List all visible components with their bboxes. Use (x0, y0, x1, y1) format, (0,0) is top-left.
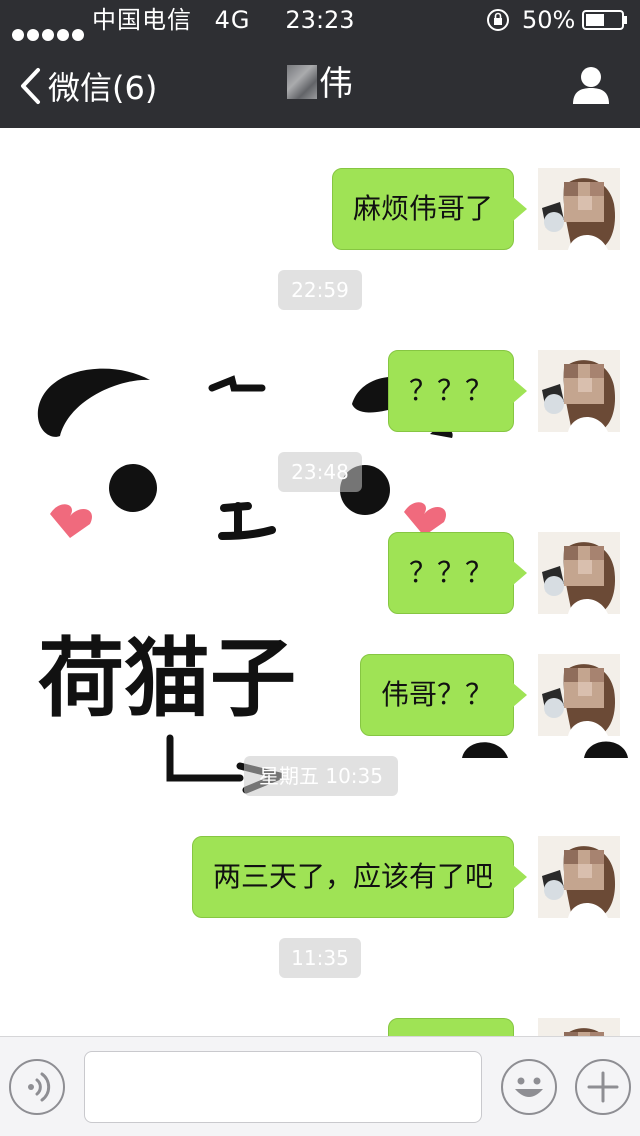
pixelated-name-mask (287, 65, 317, 99)
avatar[interactable] (538, 168, 620, 250)
battery-percent: 50% (522, 6, 576, 34)
message-text: ？？？ (408, 556, 493, 589)
avatar[interactable] (538, 836, 620, 918)
voice-icon (28, 1072, 51, 1102)
message-text: 伟哥？？ (380, 678, 493, 711)
avatar-photo-icon (538, 836, 620, 918)
timestamp: 11:35 (279, 938, 361, 978)
message-text: ？？？ (408, 374, 493, 407)
avatar-photo-icon (538, 1018, 620, 1036)
chat-title-text: 伟 (319, 64, 353, 104)
navigation-bar: 微信(6) 伟 (0, 40, 640, 128)
avatar-photo-icon (538, 532, 620, 614)
message-bubble[interactable] (388, 1018, 514, 1036)
avatar-photo-icon (538, 350, 620, 432)
avatar[interactable] (538, 654, 620, 736)
battery-icon (582, 10, 627, 30)
avatar[interactable] (538, 350, 620, 432)
message-bubble[interactable]: 麻烦伟哥了 (332, 168, 527, 250)
status-bar: 中国电信 4G 23:23 50% (0, 0, 640, 41)
sticker-text: 荷猫子 (38, 628, 296, 729)
timestamp: 星期五 10:35 (244, 756, 398, 796)
person-icon[interactable] (570, 64, 612, 106)
top-bar: 中国电信 4G 23:23 50% 微信(6) 伟 (0, 0, 640, 128)
message-text: 两三天了，应该有了吧 (212, 860, 493, 893)
timestamp: 22:59 (278, 270, 362, 310)
message-bubble[interactable]: 两三天了，应该有了吧 (192, 836, 527, 918)
emoji-button[interactable] (501, 1059, 557, 1115)
message-bubble[interactable]: ？？？ (388, 350, 527, 432)
input-toolbar (0, 1036, 640, 1136)
chat-messages[interactable]: 荷猫子 麻烦伟哥了 22:59 ？？？ 23:48 ？？？ 伟哥？？ 星期五 1… (0, 128, 640, 1036)
rotation-lock-icon (487, 9, 509, 31)
smiley-icon (515, 1077, 543, 1097)
message-text: 麻烦伟哥了 (352, 192, 493, 225)
plus-icon (587, 1071, 619, 1103)
avatar[interactable] (538, 532, 620, 614)
more-button[interactable] (575, 1059, 631, 1115)
timestamp: 23:48 (278, 452, 362, 492)
wechat-chat-screen: 中国电信 4G 23:23 50% 微信(6) 伟 荷猫子 麻烦伟哥了 22:5… (0, 0, 640, 1136)
avatar-photo-icon (538, 168, 620, 250)
svg-text:荷猫子: 荷猫子 (38, 628, 296, 729)
avatar[interactable] (538, 1018, 620, 1036)
voice-button[interactable] (9, 1059, 65, 1115)
avatar-photo-icon (538, 654, 620, 736)
message-bubble[interactable]: ？？？ (388, 532, 527, 614)
message-input[interactable] (84, 1051, 482, 1123)
chat-title: 伟 (0, 60, 640, 108)
message-bubble[interactable]: 伟哥？？ (360, 654, 527, 736)
